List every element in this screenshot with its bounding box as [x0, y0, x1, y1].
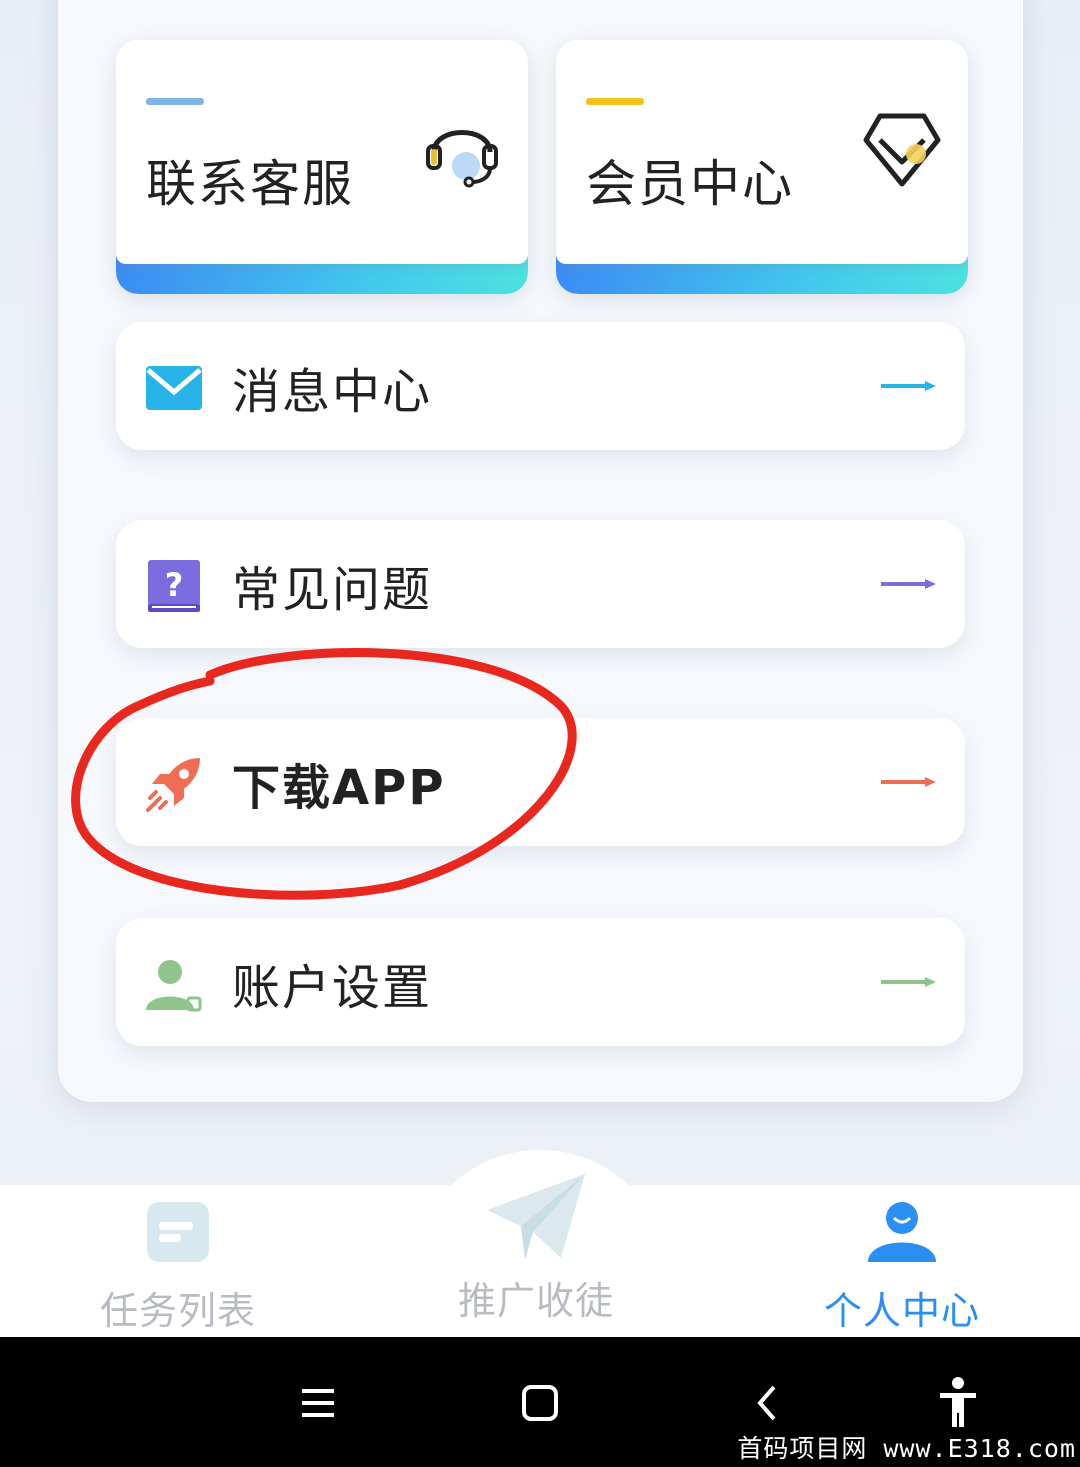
tab-promotion[interactable]: 推广收徒: [426, 1170, 646, 1325]
menu-item-label: 下载APP: [232, 760, 446, 816]
card-accent-line: [146, 98, 204, 105]
watermark: 首码项目网 www.E318.com: [737, 1434, 1076, 1463]
card-accent-line: [586, 98, 644, 105]
menu-icon[interactable]: [288, 1375, 348, 1431]
tab-label: 任务列表: [99, 1289, 256, 1333]
card-title: 会员中心: [586, 155, 794, 213]
menu-item-account-settings[interactable]: 账户设置: [116, 918, 965, 1046]
headset-icon: [426, 130, 498, 188]
tab-task-list[interactable]: 任务列表: [68, 1200, 288, 1335]
home-icon[interactable]: [510, 1375, 570, 1431]
task-list-icon: [147, 1202, 209, 1262]
menu-item-faq[interactable]: ? 常见问题: [116, 520, 965, 648]
arrow-right-icon: [881, 579, 936, 589]
menu-item-label: 消息中心: [232, 364, 433, 420]
customer-service-card[interactable]: 联系客服: [116, 40, 528, 294]
question-book-icon: ?: [148, 560, 200, 612]
card-bottom-bar: [116, 230, 528, 294]
user-settings-icon: [146, 960, 202, 1012]
member-center-card[interactable]: 会员中心: [556, 40, 968, 294]
card-bottom-bar: [556, 230, 968, 294]
profile-icon: [868, 1202, 936, 1262]
menu-item-download-app[interactable]: 下载APP: [116, 718, 965, 846]
tab-label: 推广收徒: [457, 1279, 614, 1323]
tab-label: 个人中心: [823, 1289, 980, 1333]
arrow-right-icon: [881, 381, 936, 391]
diamond-icon: [863, 113, 941, 187]
arrow-right-icon: [881, 777, 936, 787]
accessibility-icon[interactable]: [928, 1375, 988, 1431]
menu-item-messages[interactable]: 消息中心: [116, 322, 965, 450]
paper-plane-icon: [487, 1174, 585, 1260]
rocket-icon: [146, 758, 200, 812]
back-icon[interactable]: [738, 1375, 798, 1431]
tab-profile[interactable]: 个人中心: [792, 1200, 1012, 1335]
mail-icon: [146, 366, 202, 410]
svg-text:?: ?: [165, 566, 184, 604]
arrow-right-icon: [881, 977, 936, 987]
menu-item-label: 常见问题: [232, 562, 433, 618]
card-title: 联系客服: [146, 155, 354, 213]
menu-item-label: 账户设置: [232, 960, 433, 1016]
